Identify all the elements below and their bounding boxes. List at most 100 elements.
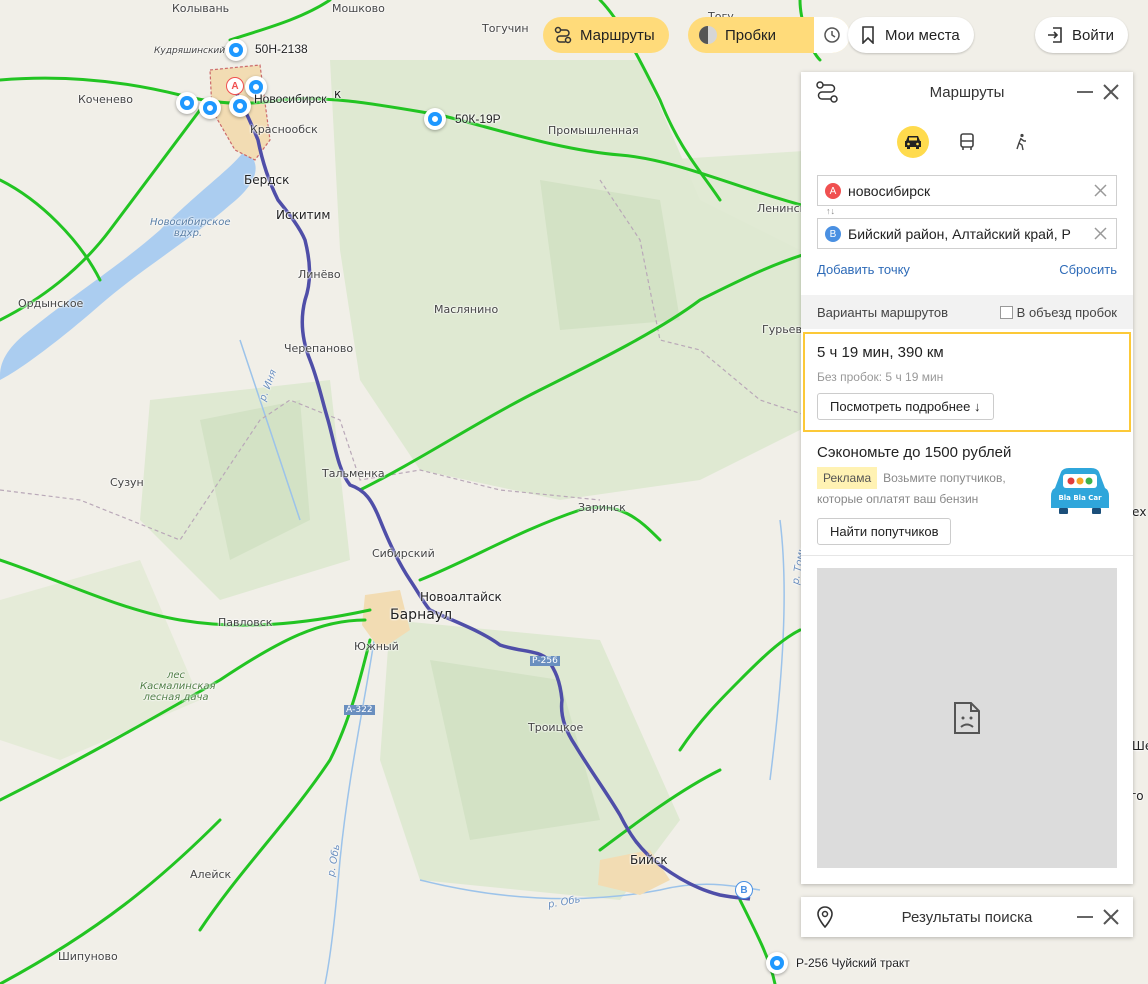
clock-icon	[824, 27, 840, 43]
routes-panel: Маршруты A новосибирск ↑↓ B Бийский райо…	[801, 72, 1133, 884]
road-a322: А-322	[344, 705, 375, 715]
car-icon	[905, 136, 921, 149]
swap-points-icon[interactable]: ↑↓	[826, 206, 835, 216]
routes-panel-header: Маршруты	[801, 72, 1133, 112]
broken-image-icon	[954, 702, 980, 734]
search-results-header: Результаты поиска	[801, 897, 1133, 937]
place-pavlovsk: Павловск	[218, 616, 273, 629]
avoid-traffic-label[interactable]: В объезд пробок	[1017, 305, 1117, 320]
place-moshkovo: Мошково	[332, 2, 385, 15]
traffic-button-label: Пробки	[725, 26, 776, 44]
variants-label: Варианты маршрутов	[817, 304, 949, 320]
bus-icon	[960, 133, 974, 150]
walk-icon	[1016, 133, 1026, 151]
traffic-history-button[interactable]	[814, 17, 850, 53]
route-point-a-marker[interactable]: A	[226, 77, 244, 95]
ad-image-placeholder	[817, 568, 1117, 868]
bookmark-icon	[858, 25, 878, 45]
login-button[interactable]: Войти	[1035, 17, 1128, 53]
place-linevo: Линёво	[298, 268, 341, 281]
map-pin[interactable]	[176, 92, 198, 114]
place-forest: лес Касмалинская лесная дача	[140, 670, 216, 703]
point-b-value: Бийский район, Алтайский край, Р	[848, 225, 1071, 242]
place-cherepanovo: Черепаново	[284, 342, 354, 355]
ad-badge: Реклама	[817, 467, 878, 489]
search-results-title: Результаты поиска	[901, 908, 1033, 926]
divider	[801, 555, 1133, 556]
place-troitskoe: Троицкое	[528, 721, 584, 734]
road-r256: Р-256	[530, 656, 560, 666]
place-yuzhny: Южный	[354, 640, 399, 653]
place-barnaul: Барнаул	[390, 607, 453, 623]
place-kolyvan: Колывань	[172, 2, 230, 15]
close-icon[interactable]	[1101, 82, 1121, 102]
place-biysk: Бийск	[630, 853, 668, 867]
route-details-button[interactable]: Посмотреть подробнее ↓	[817, 393, 994, 420]
place-toguchin: Тогучин	[482, 22, 529, 35]
blablacar-logo[interactable]: Bla Bla Car	[1049, 466, 1111, 519]
routes-button[interactable]: Маршруты	[543, 17, 669, 53]
route-point-b-marker[interactable]: B	[735, 881, 753, 899]
map-pin[interactable]	[199, 97, 221, 119]
route-point-a-input[interactable]: A новосибирск	[817, 175, 1117, 206]
pin-label-50n[interactable]: 50Н-2138	[255, 42, 308, 56]
pin-label-novosibirsk[interactable]: Новосибирск	[254, 92, 326, 106]
place-reservoir: Новосибирское вдхр.	[150, 217, 231, 239]
my-places-button[interactable]: Мои места	[848, 17, 974, 53]
place-kochenevo: Коченево	[78, 93, 133, 106]
avoid-traffic-checkbox[interactable]	[1000, 306, 1013, 319]
place-maslyanino: Маслянино	[434, 303, 499, 316]
place-suzun: Сузун	[110, 476, 144, 489]
login-label: Войти	[1072, 26, 1114, 44]
search-results-panel[interactable]: Результаты поиска	[801, 897, 1133, 937]
point-a-badge: A	[825, 183, 841, 199]
place-krasnoobsk: Краснообск	[250, 123, 318, 136]
place-berdsk: Бердск	[244, 173, 290, 187]
mode-car-button[interactable]	[897, 126, 929, 158]
place-sibirsky: Сибирский	[372, 547, 435, 560]
minimize-icon[interactable]	[1077, 916, 1093, 918]
point-a-value: новосибирск	[848, 182, 931, 199]
place-ordynskoe: Ордынское	[18, 297, 84, 310]
login-icon	[1045, 25, 1065, 45]
ad-title: Сэкономьте до 1500 рублей	[817, 444, 1012, 461]
find-companions-button[interactable]: Найти попутчиков	[817, 518, 952, 545]
blablacar-logo-text: Bla Bla Car	[1058, 494, 1102, 502]
clear-icon[interactable]	[1093, 226, 1108, 241]
traffic-icon	[698, 25, 718, 45]
close-icon[interactable]	[1101, 907, 1121, 927]
map-pin[interactable]	[225, 39, 247, 61]
place-edge-she: Ше	[1132, 739, 1148, 753]
place-edge-exe: ех	[1132, 505, 1147, 519]
route-icon	[553, 25, 573, 45]
place-shipunovo: Шипуново	[58, 950, 118, 963]
map-pin[interactable]	[766, 952, 788, 974]
traffic-button[interactable]: Пробки	[688, 17, 850, 53]
place-novoaltaysk: Новоалтайск	[420, 590, 502, 604]
location-pin-icon	[817, 906, 833, 932]
add-point-link[interactable]: Добавить точку	[817, 262, 910, 277]
place-iskitim: Искитим	[276, 208, 331, 222]
routes-panel-title: Маршруты	[929, 83, 1005, 101]
map-pin[interactable]	[424, 108, 446, 130]
map-pin[interactable]	[229, 95, 251, 117]
place-leninsk: Ленинск	[757, 202, 807, 215]
ad-block: Сэкономьте до 1500 рублей Реклама Возьмит…	[817, 444, 1117, 545]
routes-button-label: Маршруты	[580, 26, 655, 44]
pin-label-r256[interactable]: Р-256 Чуйский тракт	[796, 956, 910, 970]
route-point-b-input[interactable]: B Бийский район, Алтайский край, Р	[817, 218, 1117, 249]
transport-modes	[801, 126, 1133, 158]
route-option-card[interactable]: 5 ч 19 мин, 390 км Без пробок: 5 ч 19 ми…	[803, 332, 1131, 432]
ad-text-wrap: Реклама Возьмите попутчиков, которые опла…	[817, 467, 1032, 509]
reset-link[interactable]: Сбросить	[1059, 262, 1117, 277]
place-edge-k: к	[334, 87, 342, 101]
mode-transit-button[interactable]	[951, 126, 983, 158]
route-summary: 5 ч 19 мин, 390 км	[817, 344, 944, 361]
pin-label-50k[interactable]: 50К-19Р	[455, 112, 501, 126]
place-talmenka: Тальменка	[322, 467, 385, 480]
place-aleysk: Алейск	[190, 868, 232, 881]
clear-icon[interactable]	[1093, 183, 1108, 198]
route-icon	[815, 81, 839, 107]
minimize-icon[interactable]	[1077, 91, 1093, 93]
mode-walk-button[interactable]	[1005, 126, 1037, 158]
